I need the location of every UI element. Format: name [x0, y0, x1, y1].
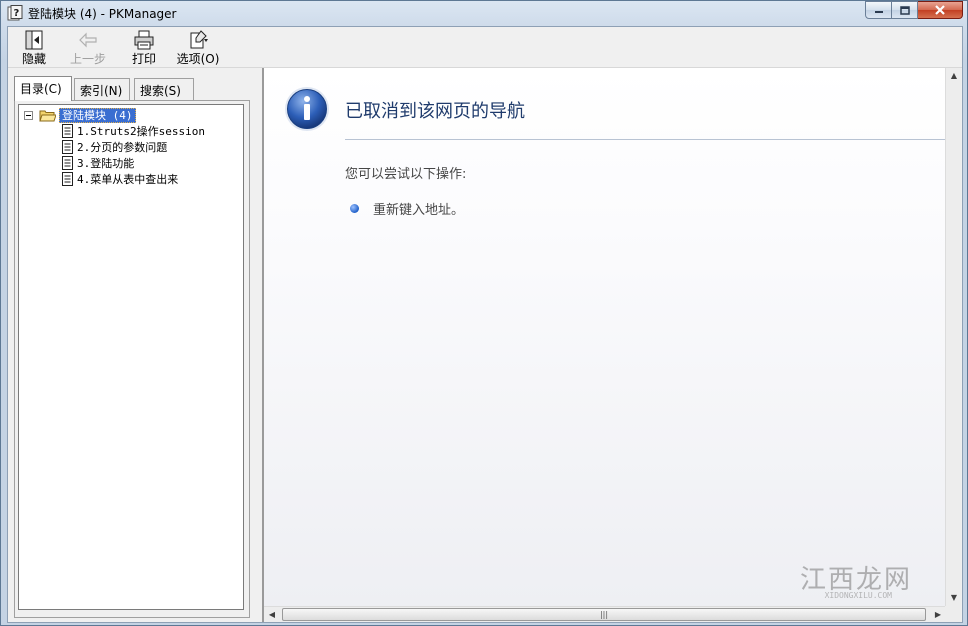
- back-button[interactable]: 上一步: [64, 30, 112, 66]
- vertical-scrollbar[interactable]: ▲ ▼: [945, 68, 961, 606]
- tab-search[interactable]: 搜索(S): [134, 78, 194, 100]
- tree-item-label: 1.Struts2操作session: [77, 125, 205, 138]
- tree-item-label: 2.分页的参数问题: [77, 141, 168, 154]
- pane-splitter[interactable]: [256, 68, 263, 622]
- tab-index[interactable]: 索引(N): [74, 78, 130, 100]
- scroll-down-icon[interactable]: ▼: [946, 590, 961, 606]
- watermark-subtext: XIDONGXILU.COM: [824, 591, 892, 600]
- print-button[interactable]: 打印: [128, 30, 160, 66]
- tree-item[interactable]: 3.登陆功能: [62, 155, 134, 171]
- window-controls: [865, 1, 963, 19]
- close-button[interactable]: [918, 1, 963, 19]
- title-bar[interactable]: ? 登陆模块 (4) - PKManager: [1, 1, 967, 25]
- content-pane: 已取消到该网页的导航 您可以尝试以下操作: 重新键入地址。 江西龙网 XIDON…: [263, 68, 961, 622]
- suggestion-text: 重新键入地址。: [373, 203, 465, 218]
- tree-root-node[interactable]: 登陆模块 (4): [24, 107, 136, 123]
- scroll-thumb[interactable]: |||: [282, 608, 926, 621]
- minimize-icon: [874, 11, 883, 13]
- back-arrow-icon: [79, 32, 97, 48]
- scroll-left-icon[interactable]: ◀: [264, 607, 280, 622]
- document-icon: [62, 172, 73, 186]
- help-file-icon: ?: [7, 5, 23, 21]
- options-label: 选项(O): [176, 52, 220, 66]
- suggestion-item: 重新键入地址。: [350, 199, 464, 218]
- tree-item[interactable]: 4.菜单从表中查出来: [62, 171, 178, 187]
- scroll-up-icon[interactable]: ▲: [946, 68, 961, 84]
- divider: [345, 139, 945, 140]
- open-folder-icon: [39, 110, 56, 121]
- suggestion-intro: 您可以尝试以下操作:: [345, 167, 467, 182]
- page-heading: 已取消到该网页的导航: [345, 101, 525, 122]
- horizontal-scrollbar[interactable]: ◀ ||| ▶: [264, 606, 946, 622]
- options-icon: [190, 30, 208, 49]
- options-button[interactable]: 选项(O): [176, 30, 220, 66]
- document-icon: [62, 140, 73, 154]
- print-label: 打印: [131, 52, 156, 66]
- collapse-icon[interactable]: [24, 110, 33, 120]
- document-icon: [62, 156, 73, 170]
- tab-panel: 登陆模块 (4) 1.Struts2操作session 2.分页的参数问题 3.…: [14, 100, 250, 618]
- hide-button[interactable]: 隐藏: [18, 30, 50, 66]
- scroll-right-icon[interactable]: ▶: [930, 607, 946, 622]
- content-page: 已取消到该网页的导航 您可以尝试以下操作: 重新键入地址。 江西龙网 XIDON…: [264, 68, 946, 606]
- info-icon: [285, 87, 329, 131]
- printer-icon: [134, 30, 154, 50]
- document-icon: [62, 124, 73, 138]
- contents-tree[interactable]: 登陆模块 (4) 1.Struts2操作session 2.分页的参数问题 3.…: [18, 104, 244, 610]
- tree-item-label: 4.菜单从表中查出来: [77, 173, 179, 186]
- navigation-pane: 目录(C) 索引(N) 搜索(S) 登陆模块 (4) 1.Struts2操作se…: [8, 68, 256, 622]
- tree-item[interactable]: 1.Struts2操作session: [62, 123, 205, 139]
- window-title: 登陆模块 (4) - PKManager: [28, 7, 177, 21]
- svg-text:?: ?: [14, 8, 20, 19]
- scrollbar-corner: [945, 606, 961, 622]
- hide-label: 隐藏: [21, 52, 46, 66]
- client-area: 隐藏 上一步 打印 选项(O) 目录(C) 索引(N) 搜索(S) 登陆模块 (…: [7, 26, 963, 623]
- tree-item[interactable]: 2.分页的参数问题: [62, 139, 167, 155]
- maximize-icon: [899, 5, 910, 15]
- minimize-button[interactable]: [865, 1, 892, 19]
- app-window: ? 登陆模块 (4) - PKManager 隐藏 上一步 打印 选项(O) 目…: [0, 0, 968, 626]
- maximize-button[interactable]: [892, 1, 918, 19]
- close-icon: [935, 5, 945, 15]
- tree-item-label: 3.登陆功能: [77, 157, 135, 170]
- bullet-icon: [350, 204, 359, 213]
- hide-pane-icon: [25, 30, 43, 50]
- back-label: 上一步: [69, 52, 106, 66]
- toolbar: 隐藏 上一步 打印 选项(O): [8, 27, 962, 68]
- tab-contents[interactable]: 目录(C): [14, 76, 72, 101]
- tree-root-label: 登陆模块 (4): [59, 107, 136, 123]
